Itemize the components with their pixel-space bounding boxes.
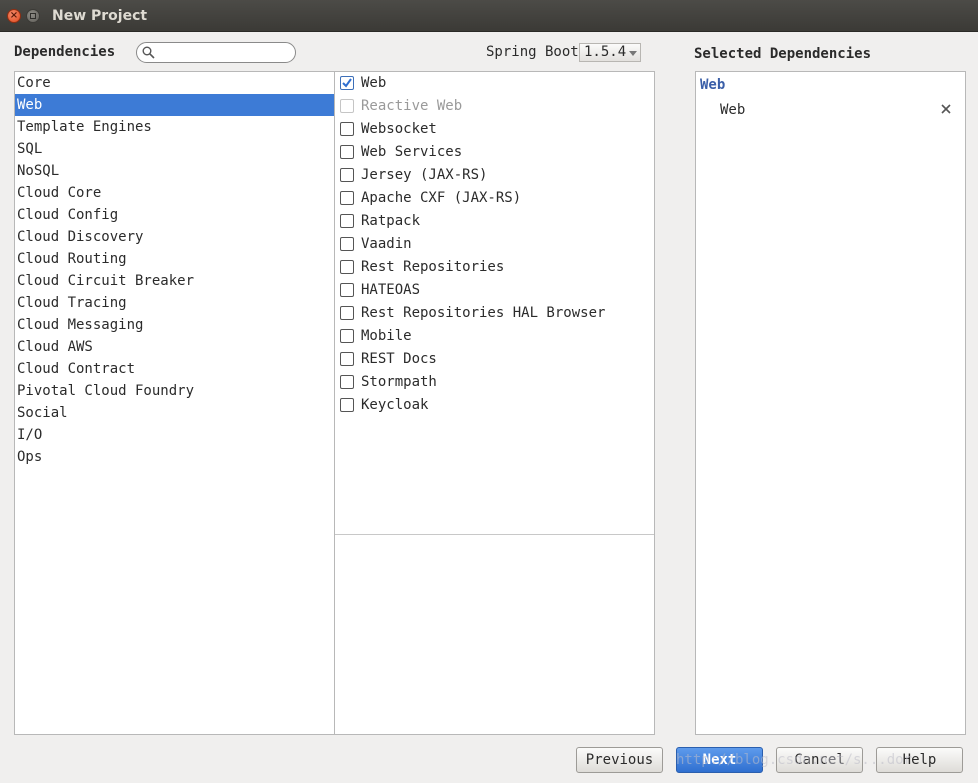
category-item[interactable]: Ops bbox=[15, 446, 334, 468]
dependency-checkbox[interactable] bbox=[340, 168, 354, 182]
dependency-checkbox[interactable] bbox=[340, 76, 354, 90]
dependency-item[interactable]: Ratpack bbox=[335, 210, 653, 233]
dependency-checkbox[interactable] bbox=[340, 191, 354, 205]
watermark: http://blog.csdn.net/s...dor bbox=[676, 752, 913, 768]
spring-boot-version-select[interactable]: 1.5.4 bbox=[579, 43, 641, 62]
category-item[interactable]: SQL bbox=[15, 138, 334, 160]
category-item[interactable]: Cloud Config bbox=[15, 204, 334, 226]
remove-icon[interactable] bbox=[940, 103, 952, 115]
dependency-item[interactable]: Web bbox=[335, 72, 653, 95]
category-item[interactable]: I/O bbox=[15, 424, 334, 446]
dependency-label: Keycloak bbox=[361, 397, 429, 413]
dependency-label: HATEOAS bbox=[361, 282, 421, 298]
dependency-item[interactable]: Apache CXF (JAX-RS) bbox=[335, 187, 653, 210]
category-item[interactable]: Web bbox=[15, 94, 334, 116]
dependency-checkbox[interactable] bbox=[340, 352, 354, 366]
search-icon bbox=[142, 46, 155, 59]
dependency-checkbox[interactable] bbox=[340, 306, 354, 320]
checkmark-icon bbox=[342, 78, 352, 88]
dependency-item[interactable]: HATEOAS bbox=[335, 279, 653, 302]
category-item[interactable]: Template Engines bbox=[15, 116, 334, 138]
dependency-label: Vaadin bbox=[361, 236, 412, 252]
dependencies-label: Dependencies bbox=[14, 44, 116, 60]
dependency-label: REST Docs bbox=[361, 351, 437, 367]
dependency-checkbox[interactable] bbox=[340, 214, 354, 228]
dependency-label: Mobile bbox=[361, 328, 412, 344]
dependency-checkbox[interactable] bbox=[340, 122, 354, 136]
category-item[interactable]: Core bbox=[15, 72, 334, 94]
dependency-checkbox[interactable] bbox=[340, 237, 354, 251]
dependency-label: Rest Repositories bbox=[361, 259, 505, 275]
chevron-down-icon bbox=[629, 51, 637, 56]
selected-dependency-item: Web bbox=[720, 102, 746, 118]
window-title: New Project bbox=[52, 8, 148, 24]
description-divider bbox=[335, 534, 654, 535]
dependency-label: Rest Repositories HAL Browser bbox=[361, 305, 606, 321]
category-item[interactable]: Cloud Discovery bbox=[15, 226, 334, 248]
category-item[interactable]: Cloud Routing bbox=[15, 248, 334, 270]
dependency-checkbox[interactable] bbox=[340, 375, 354, 389]
selected-dependencies-title: Selected Dependencies bbox=[694, 46, 872, 62]
dependency-checkbox[interactable] bbox=[340, 329, 354, 343]
dependency-item[interactable]: Websocket bbox=[335, 118, 653, 141]
dependency-checkbox[interactable] bbox=[340, 398, 354, 412]
category-item[interactable]: Cloud Tracing bbox=[15, 292, 334, 314]
close-window-icon[interactable]: × bbox=[7, 9, 21, 23]
dependency-checkbox[interactable] bbox=[340, 145, 354, 159]
category-item[interactable]: Cloud Core bbox=[15, 182, 334, 204]
category-item[interactable]: Cloud Circuit Breaker bbox=[15, 270, 334, 292]
category-item[interactable]: Social bbox=[15, 402, 334, 424]
dependency-label: Stormpath bbox=[361, 374, 437, 390]
dependency-item[interactable]: Stormpath bbox=[335, 371, 653, 394]
selected-group-heading: Web bbox=[700, 77, 726, 93]
spring-boot-version-value: 1.5.4 bbox=[584, 44, 627, 60]
minimize-window-icon[interactable] bbox=[26, 9, 40, 23]
dependency-label: Websocket bbox=[361, 121, 437, 137]
search-input[interactable] bbox=[136, 42, 296, 63]
dependency-item[interactable]: Rest Repositories bbox=[335, 256, 653, 279]
dependency-label: Jersey (JAX-RS) bbox=[361, 167, 488, 183]
window-titlebar: × New Project bbox=[0, 0, 978, 32]
dependency-checkbox bbox=[340, 99, 354, 113]
dependency-label: Web Services bbox=[361, 144, 463, 160]
category-list: Core Web Template Engines SQL NoSQL Cloud Cor… bbox=[14, 71, 335, 735]
dependency-item[interactable]: Rest Repositories HAL Browser bbox=[335, 302, 653, 325]
dependency-item[interactable]: REST Docs bbox=[335, 348, 653, 371]
category-item[interactable]: Cloud Messaging bbox=[15, 314, 334, 336]
previous-button[interactable]: Previous bbox=[576, 747, 663, 773]
dependency-list: Web Reactive Web Websocket Web Services Jers… bbox=[334, 71, 655, 735]
selected-dependencies-panel: Web Web bbox=[695, 71, 966, 735]
dependency-item[interactable]: Jersey (JAX-RS) bbox=[335, 164, 653, 187]
category-item[interactable]: Cloud AWS bbox=[15, 336, 334, 358]
dependency-checkbox[interactable] bbox=[340, 283, 354, 297]
category-item[interactable]: Pivotal Cloud Foundry bbox=[15, 380, 334, 402]
dependency-label: Reactive Web bbox=[361, 98, 463, 114]
spring-boot-label: Spring Boot bbox=[486, 44, 579, 60]
dependency-label: Web bbox=[361, 75, 387, 91]
category-item[interactable]: NoSQL bbox=[15, 160, 334, 182]
dependency-item[interactable]: Reactive Web bbox=[335, 95, 653, 118]
dependency-checkbox[interactable] bbox=[340, 260, 354, 274]
dependency-label: Ratpack bbox=[361, 213, 421, 229]
dependency-item[interactable]: Web Services bbox=[335, 141, 653, 164]
dependency-label: Apache CXF (JAX-RS) bbox=[361, 190, 522, 206]
dependency-item[interactable]: Keycloak bbox=[335, 394, 653, 417]
dependency-item[interactable]: Mobile bbox=[335, 325, 653, 348]
dependency-item[interactable]: Vaadin bbox=[335, 233, 653, 256]
category-item[interactable]: Cloud Contract bbox=[15, 358, 334, 380]
